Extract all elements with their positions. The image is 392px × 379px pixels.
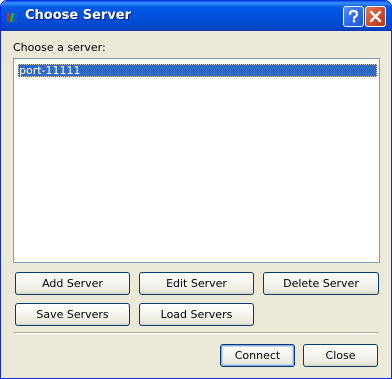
load-servers-button[interactable]: Load Servers [139,303,254,326]
server-list-item[interactable]: port-11111 [18,64,377,77]
title-bar[interactable]: Choose Server [1,1,391,31]
help-button[interactable] [343,6,364,27]
edit-server-button[interactable]: Edit Server [139,272,254,295]
close-button[interactable]: Close [303,344,378,367]
choose-server-dialog: Choose Server Choose a server: port-1111… [0,0,392,379]
separator [13,332,379,334]
close-x-icon [369,10,382,23]
save-servers-button[interactable]: Save Servers [15,303,130,326]
app-icon [5,9,21,23]
delete-server-button[interactable]: Delete Server [263,272,379,295]
add-server-button[interactable]: Add Server [15,272,130,295]
connect-button[interactable]: Connect [220,344,295,367]
question-mark-icon [348,9,359,23]
server-list[interactable]: port-11111 [13,58,380,263]
window-title: Choose Server [25,8,132,23]
choose-server-label: Choose a server: [13,41,106,54]
close-window-button[interactable] [365,6,386,27]
